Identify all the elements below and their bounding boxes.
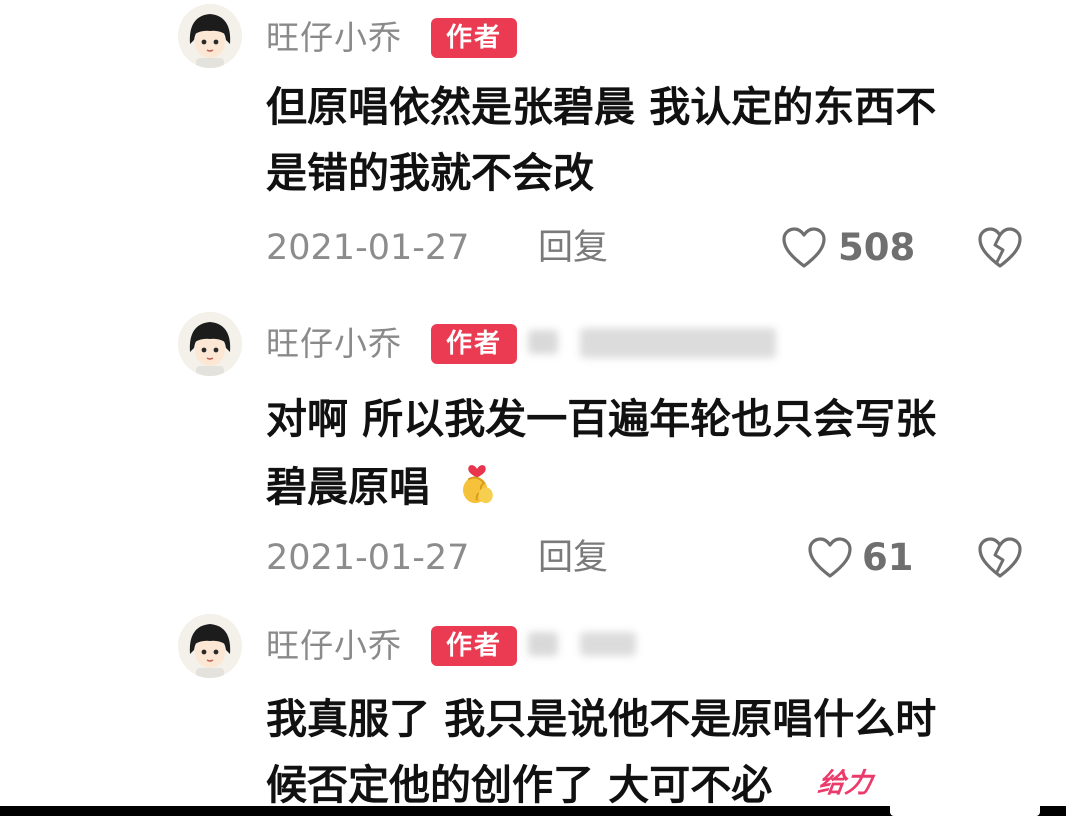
avatar-illustration — [178, 4, 242, 68]
comment-text-line: 我真服了 我只是说他不是原唱什么时 — [266, 695, 937, 743]
comment-text-line: 候否定他的创作了 大可不必 — [266, 761, 773, 809]
author-badge: 作者 — [431, 626, 517, 666]
avatar[interactable] — [178, 312, 242, 376]
comment-item: 旺仔小乔 作者 但原唱依然是张碧晨 我认定的东西不 是错的我就不会改 2021-… — [0, 0, 1066, 300]
avatar-illustration — [178, 614, 242, 678]
avatar[interactable] — [178, 614, 242, 678]
broken-heart-icon[interactable] — [976, 536, 1024, 580]
reply-button[interactable]: 回复 — [538, 226, 608, 270]
blurred-reply-target — [580, 328, 776, 358]
reply-button[interactable]: 回复 — [538, 536, 608, 580]
comment-text-line: 对啊 所以我发一百遍年轮也只会写张 — [266, 395, 937, 443]
comment-date: 2021-01-27 — [266, 228, 470, 268]
comment-text-line: 但原唱依然是张碧晨 我认定的东西不 — [266, 83, 937, 131]
username[interactable]: 旺仔小乔 — [266, 626, 402, 666]
blurred-reply-target — [580, 632, 636, 656]
author-badge: 作者 — [431, 18, 517, 58]
comment-text: 对啊 所以我发一百遍年轮也只会写张 碧晨原唱 — [266, 392, 1026, 512]
like-count: 508 — [838, 226, 916, 269]
broken-heart-icon[interactable] — [976, 226, 1024, 270]
avatar-illustration — [178, 312, 242, 376]
username[interactable]: 旺仔小乔 — [266, 18, 402, 58]
comment-text-line: 碧晨原唱 — [266, 463, 430, 511]
hands-heart-emoji — [463, 465, 493, 504]
author-badge: 作者 — [431, 324, 517, 364]
like-count: 61 — [862, 536, 914, 579]
blurred-reply-target — [528, 330, 558, 354]
comment-text: 但原唱依然是张碧晨 我认定的东西不 是错的我就不会改 — [266, 82, 1026, 202]
comment-text-line: 是错的我就不会改 — [266, 149, 594, 197]
comment-text: 我真服了 我只是说他不是原唱什么时 候否定他的创作了 大可不必 — [266, 694, 1026, 814]
comment-item: 旺仔小乔 作者 对啊 所以我发一百遍年轮也只会写张 碧晨原唱 2021-01-2… — [0, 300, 1066, 610]
blurred-reply-target — [528, 632, 558, 656]
comment-item: 旺仔小乔 作者 我真服了 我只是说他不是原唱什么时 候否定他的创作了 大可不必 … — [0, 610, 1066, 816]
heart-outline-icon[interactable] — [806, 536, 854, 580]
geili-sticker: 给力 — [815, 768, 875, 799]
bottom-edge-gap — [890, 800, 1040, 816]
comment-date: 2021-01-27 — [266, 538, 470, 578]
username[interactable]: 旺仔小乔 — [266, 324, 402, 364]
avatar[interactable] — [178, 4, 242, 68]
heart-outline-icon[interactable] — [780, 226, 828, 270]
